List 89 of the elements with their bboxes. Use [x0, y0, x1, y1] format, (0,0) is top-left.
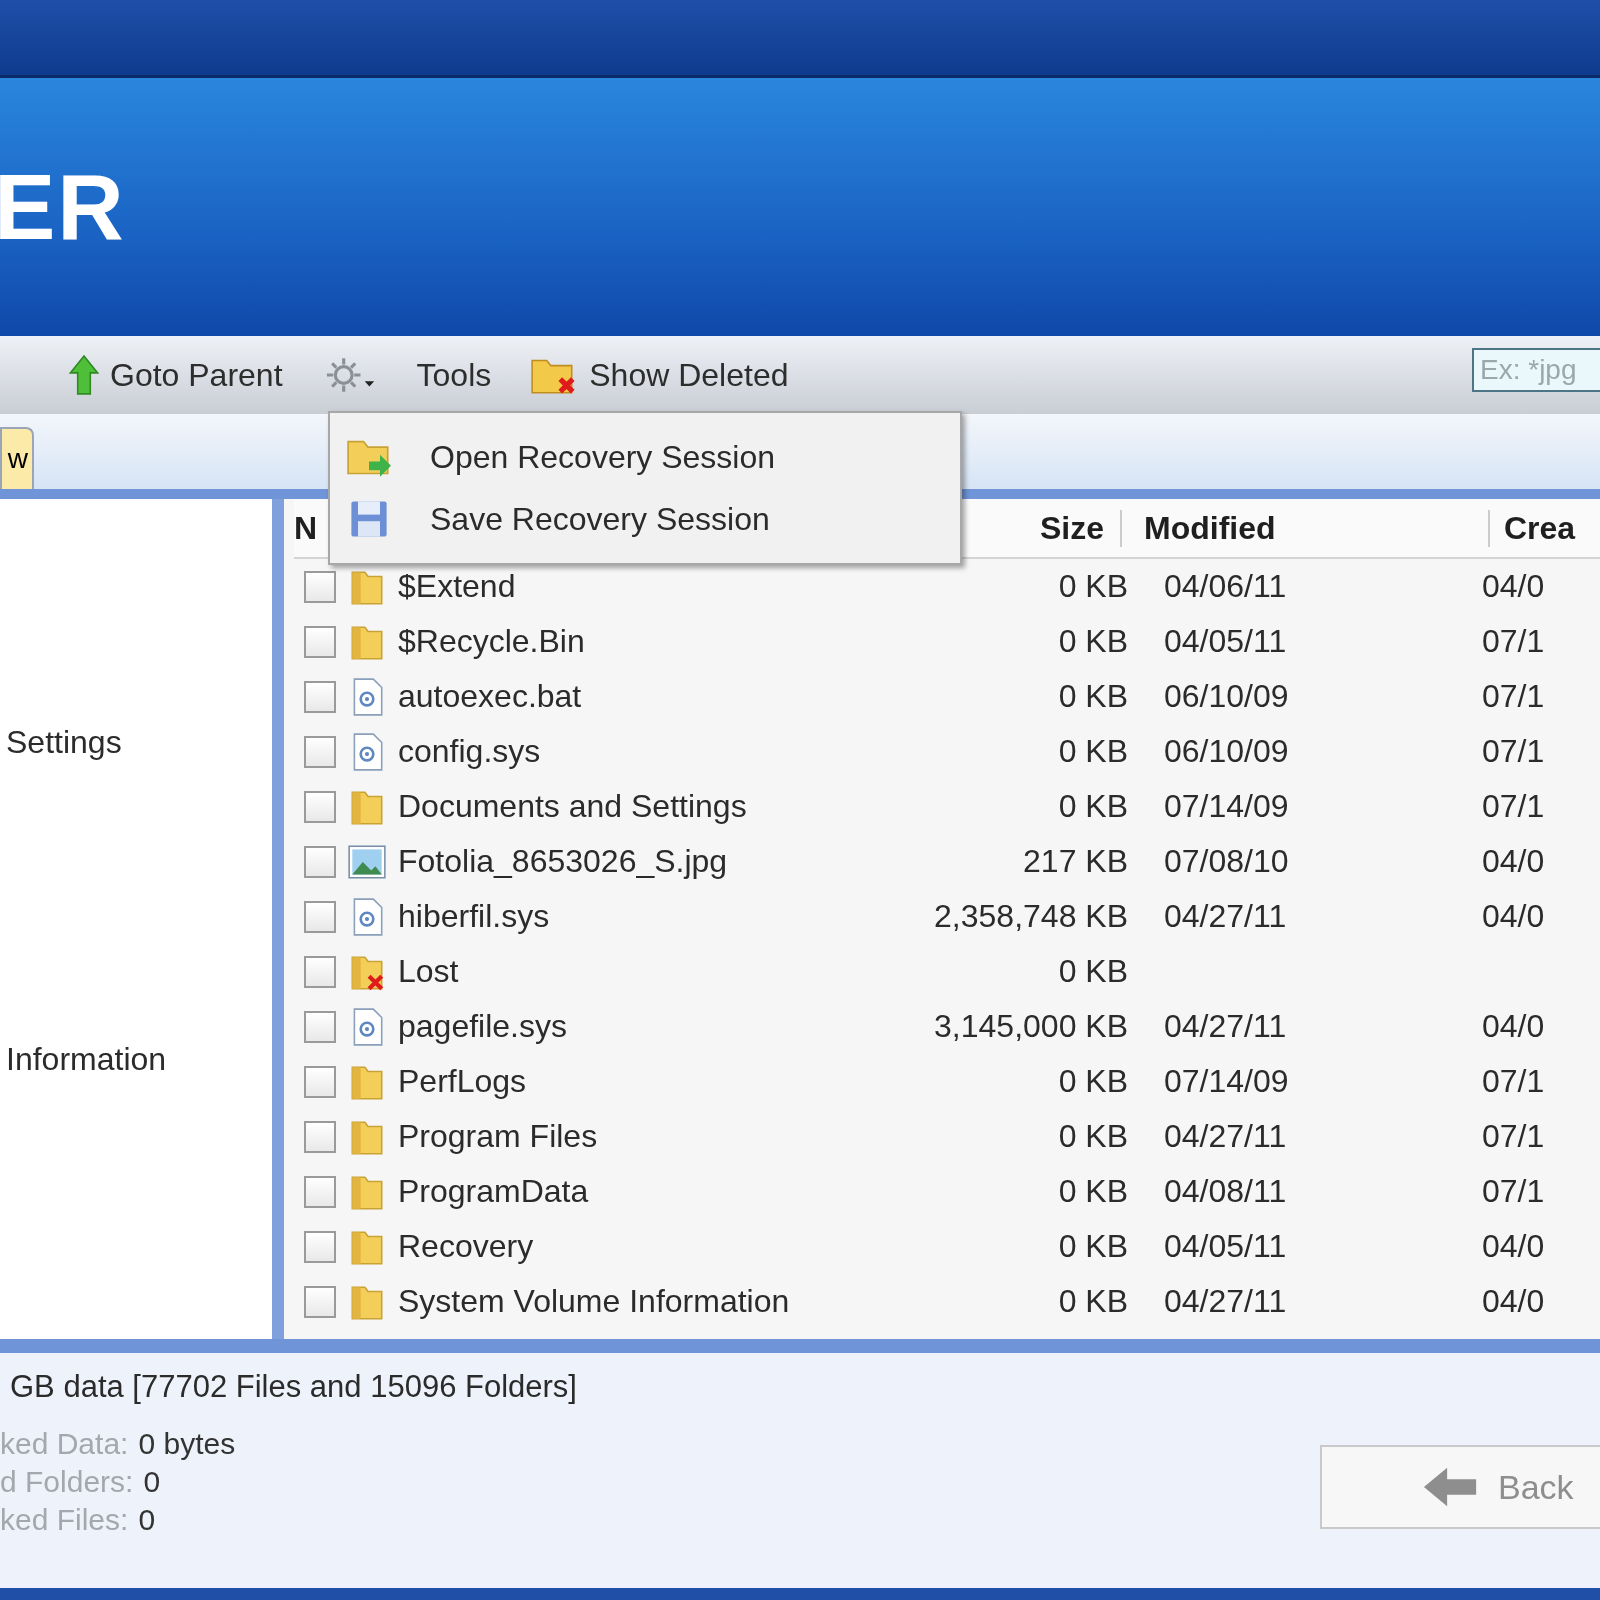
column-header[interactable]: Modified: [1122, 509, 1490, 547]
filter-field[interactable]: Ex: *jpg: [1472, 348, 1600, 392]
table-cell: 07/1: [1482, 678, 1545, 714]
stat-value: 0 bytes: [138, 1426, 236, 1462]
file-name: Lost: [398, 953, 460, 990]
checkbox[interactable]: [304, 1285, 336, 1318]
summary-text: GB data [77702 Files and 15096 Folders]: [10, 1369, 577, 1405]
menu-item[interactable]: Open Recovery Session: [330, 435, 960, 479]
table-cell-text: 0 KB: [1057, 678, 1128, 715]
table-cell: 04/0: [1482, 1008, 1545, 1044]
table-cell: 04/27/11: [1164, 1283, 1287, 1319]
table-cell: 07/1: [1482, 623, 1545, 659]
tab[interactable]: w: [0, 427, 34, 489]
checkbox[interactable]: [304, 955, 336, 988]
table-cell: 07/08/10: [1164, 843, 1289, 879]
up-arrow-icon: [68, 354, 100, 396]
stat-label: ked Data:: [0, 1426, 129, 1462]
checkbox[interactable]: [304, 1120, 336, 1153]
table-cell-text: 0 KB: [1057, 733, 1128, 770]
table-cell: 04/0: [1482, 898, 1545, 934]
stat-value: 0: [143, 1464, 161, 1500]
checkbox[interactable]: [304, 1065, 336, 1098]
checkbox[interactable]: [304, 1010, 336, 1043]
checkbox[interactable]: [304, 900, 336, 933]
file-name: $Extend: [398, 568, 517, 605]
table-cell: 07/14/09: [1164, 788, 1289, 824]
table-cell-text: 0 KB: [1057, 568, 1128, 605]
table-cell-text: 0 KB: [1057, 788, 1128, 825]
table-cell-text: 217 KB: [1022, 843, 1128, 880]
stat-label: d Folders:: [0, 1464, 134, 1500]
table-cell: 06/10/09: [1164, 733, 1289, 769]
table-cell-text: 0 KB: [1057, 1283, 1128, 1320]
table-cell-text: 3,145,000 KB: [933, 1008, 1128, 1045]
checkbox[interactable]: [304, 680, 336, 713]
table-cell-text: 0 KB: [1057, 623, 1128, 660]
table-cell: 04/05/11: [1164, 623, 1287, 659]
file-name: config.sys: [398, 733, 542, 770]
table-cell: 04/27/11: [1164, 898, 1287, 934]
app-logo: ER: [0, 154, 126, 260]
table-cell: 04/08/11: [1164, 1173, 1287, 1209]
file-name: Documents and Settings: [398, 788, 748, 825]
table-cell: 07/1: [1482, 788, 1545, 824]
table-cell: 04/0: [1482, 1228, 1545, 1264]
goto-parent-button[interactable]: Goto Parent: [62, 350, 289, 400]
menu-item-label: Save Recovery Session: [430, 500, 770, 538]
file-name: ProgramData: [398, 1173, 590, 1210]
file-name: hiberfil.sys: [398, 898, 551, 935]
table-cell: 04/0: [1482, 568, 1545, 604]
table-cell: 04/27/11: [1164, 1008, 1287, 1044]
table-cell: 06/10/09: [1164, 678, 1289, 714]
checkbox[interactable]: [304, 1175, 336, 1208]
table-cell-text: 0 KB: [1057, 953, 1128, 990]
file-name: autoexec.bat: [398, 678, 583, 715]
file-name: $Recycle.Bin: [398, 623, 586, 660]
file-name: PerfLogs: [398, 1063, 528, 1100]
file-name: pagefile.sys: [398, 1008, 568, 1045]
checkbox[interactable]: [304, 570, 336, 603]
checkbox[interactable]: [304, 845, 336, 878]
tree-item[interactable]: Information: [0, 1041, 272, 1078]
table-cell: 07/1: [1482, 1063, 1545, 1099]
table-cell-text: 0 KB: [1057, 1228, 1128, 1265]
table-cell: 07/14/09: [1164, 1063, 1289, 1099]
file-name: Recovery: [398, 1228, 535, 1265]
tools-button[interactable]: Tools: [410, 352, 498, 398]
checkbox[interactable]: [304, 1230, 336, 1263]
table-cell: 04/0: [1482, 843, 1545, 879]
menu-item-label: Open Recovery Session: [430, 438, 776, 476]
file-name: Fotolia_8653026_S.jpg: [398, 843, 729, 880]
tree-item[interactable]: Settings: [0, 724, 272, 761]
stat-value: 0: [138, 1502, 156, 1538]
table-cell: 07/1: [1482, 1173, 1545, 1209]
show-deleted-button[interactable]: Show Deleted: [523, 350, 795, 400]
table-cell-text: 0 KB: [1057, 1173, 1128, 1210]
table-cell: 04/05/11: [1164, 1228, 1287, 1264]
checkbox[interactable]: [304, 735, 336, 768]
table-cell-text: 2,358,748 KB: [933, 898, 1128, 935]
table-cell: 07/1: [1482, 1118, 1545, 1154]
checkbox[interactable]: [304, 625, 336, 658]
checkbox[interactable]: [304, 790, 336, 823]
file-name: Program Files: [398, 1118, 599, 1155]
table-cell-text: 0 KB: [1057, 1063, 1128, 1100]
table-cell: 04/06/11: [1164, 568, 1287, 604]
column-header[interactable]: Crea: [1490, 509, 1576, 547]
table-cell: 04/27/11: [1164, 1118, 1287, 1154]
stat-label: ked Files:: [0, 1502, 129, 1538]
file-name: System Volume Information: [398, 1283, 791, 1320]
table-cell: 07/1: [1482, 733, 1545, 769]
table-cell: 04/0: [1482, 1283, 1545, 1319]
table-cell-text: 0 KB: [1057, 1118, 1128, 1155]
